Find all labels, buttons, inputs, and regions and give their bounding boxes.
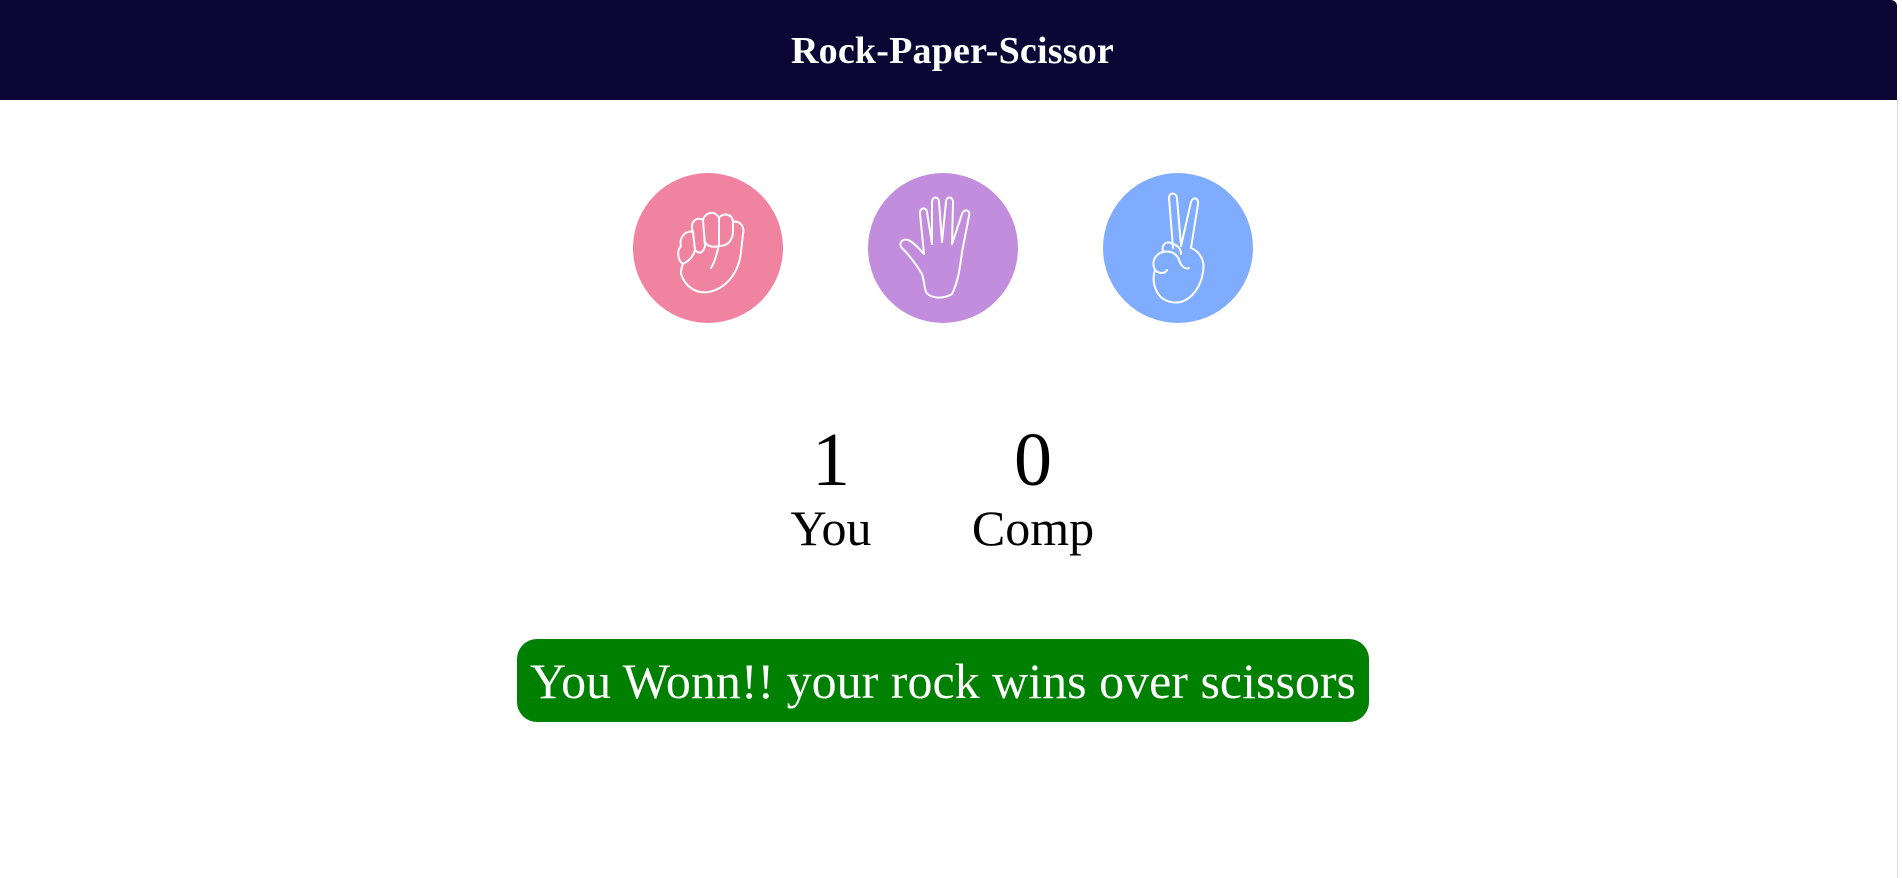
paper-choice-button[interactable] [868, 173, 1018, 323]
result-message: You Wonn!! your rock wins over scissors [517, 639, 1369, 722]
page-title: Rock-Paper-Scissor [790, 30, 1115, 72]
game-page: Rock-Paper-Scissor 1 You 0 Comp You Wonn… [0, 0, 1902, 878]
rock-choice-button[interactable] [633, 173, 783, 323]
user-score: 1 [812, 418, 850, 502]
comp-score-label: Comp [971, 500, 1095, 556]
scissors-choice-button[interactable] [1103, 173, 1253, 323]
scissors-hand-icon [1152, 192, 1205, 304]
comp-score: 0 [1014, 418, 1052, 502]
header-bar: Rock-Paper-Scissor [0, 0, 1897, 100]
page-edge [1897, 100, 1902, 878]
user-score-panel: 1 You [751, 420, 911, 556]
rock-hand-icon [677, 212, 745, 294]
paper-hand-icon [899, 196, 971, 299]
comp-score-panel: 0 Comp [953, 420, 1113, 556]
user-score-label: You [790, 500, 872, 556]
